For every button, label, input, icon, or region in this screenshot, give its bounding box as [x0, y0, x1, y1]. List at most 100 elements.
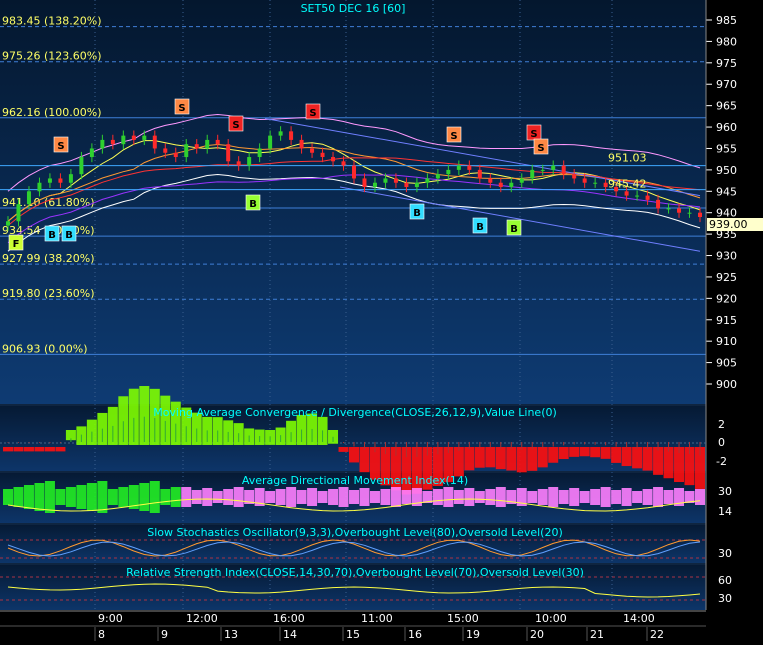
macd-hist-47 [495, 447, 506, 470]
adx-band-8 [86, 483, 97, 511]
adx-band-3 [34, 483, 45, 511]
adx-band-66 [695, 489, 705, 505]
chart-canvas[interactable]: 990.00 (150.00%)983.45 (138.20%)975.26 (… [0, 0, 763, 641]
time-label-1: 12:00 [186, 612, 218, 625]
adx-band-52 [548, 487, 559, 507]
macd-hist-61 [642, 447, 653, 471]
candle-body-46 [488, 178, 493, 183]
adx-band-58 [611, 490, 622, 504]
adx-band-9 [97, 481, 108, 513]
date-label-6: 19 [466, 628, 480, 641]
price-annotation-1: 945.42 [608, 177, 647, 190]
adx-band-57 [600, 487, 611, 507]
current-price-tag: 939.00 [709, 218, 748, 231]
candle-body-24 [257, 148, 262, 158]
adx-band-62 [653, 487, 664, 507]
candle-body-55 [582, 178, 587, 183]
price-label-15: 910 [716, 335, 737, 348]
adx-band-44 [464, 488, 475, 506]
adx-band-34 [359, 488, 370, 506]
adx-band-53 [558, 490, 569, 504]
macd-tick-2: 2 [718, 418, 725, 431]
macd-tick-0: 0 [718, 436, 725, 449]
chart-window: 990.00 (150.00%)983.45 (138.20%)975.26 (… [0, 0, 763, 641]
candle-body-43 [456, 165, 461, 170]
candle-body-21 [226, 144, 231, 162]
macd-hist-56 [590, 447, 601, 458]
candle-body-6 [68, 174, 73, 183]
fib-label-1: 983.45 (138.20%) [2, 15, 102, 28]
candle-body-23 [247, 157, 252, 166]
time-label-0: 9:00 [98, 612, 123, 625]
adx-band-47 [495, 487, 506, 507]
candle-body-26 [278, 131, 283, 136]
macd-hist-3 [34, 447, 45, 452]
stoch-title: Slow Stochastics Oscillator(9,3,3),Overb… [147, 526, 563, 539]
stoch-tick-30: 30 [718, 547, 732, 560]
fib-label-6: 927.99 (38.20%) [2, 252, 95, 265]
adx-band-1 [13, 487, 24, 507]
signal-label-3: S [57, 141, 64, 152]
macd-hist-58 [611, 447, 622, 463]
candle-body-2 [26, 191, 31, 205]
macd-hist-32 [338, 447, 349, 452]
candle-body-15 [163, 148, 168, 153]
signal-label-13: S [537, 143, 544, 154]
adx-band-27 [286, 487, 297, 507]
candle-body-10 [110, 139, 115, 145]
candle-body-18 [194, 144, 199, 149]
price-label-7: 950 [716, 164, 737, 177]
adx-band-55 [579, 491, 590, 503]
candle-body-13 [142, 135, 147, 140]
adx-band-21 [223, 489, 234, 505]
candle-body-12 [131, 135, 136, 140]
macd-hist-49 [516, 447, 527, 473]
adx-band-30 [317, 491, 328, 503]
time-label-3: 11:00 [361, 612, 393, 625]
candle-body-28 [299, 139, 304, 149]
adx-band-14 [149, 481, 160, 513]
macd-hist-51 [537, 447, 548, 468]
rsi-tick-30: 30 [718, 592, 732, 605]
adx-band-42 [443, 487, 454, 507]
date-label-2: 13 [224, 628, 238, 641]
price-label-4: 965 [716, 100, 737, 113]
candle-body-31 [331, 157, 336, 162]
adx-band-60 [632, 491, 643, 503]
adx-band-41 [432, 489, 443, 505]
macd-hist-50 [527, 447, 538, 471]
adx-band-29 [307, 488, 318, 506]
price-label-17: 900 [716, 378, 737, 391]
candle-body-65 [687, 212, 692, 214]
date-label-7: 20 [530, 628, 544, 641]
candle-body-9 [100, 139, 105, 149]
adx-band-36 [380, 489, 391, 505]
macd-hist-60 [632, 447, 643, 469]
candle-body-51 [540, 169, 545, 171]
adx-band-15 [160, 489, 171, 505]
candle-body-42 [446, 169, 451, 175]
date-label-1: 9 [161, 628, 168, 641]
adx-band-22 [233, 487, 244, 507]
signal-label-6: S [309, 108, 316, 119]
candle-body-34 [362, 178, 367, 188]
signal-label-7: B [249, 199, 257, 210]
candle-body-14 [152, 135, 157, 149]
adx-band-50 [527, 491, 538, 503]
candle-body-39 [414, 182, 419, 188]
price-label-14: 915 [716, 314, 737, 327]
candle-body-30 [320, 152, 325, 158]
adx-tick-30: 30 [718, 485, 732, 498]
candle-body-41 [435, 174, 440, 179]
candle-body-59 [624, 191, 629, 196]
adx-band-37 [390, 487, 401, 507]
macd-hist-45 [474, 447, 485, 468]
price-label-3: 970 [716, 78, 737, 91]
price-label-12: 925 [716, 271, 737, 284]
candle-body-33 [352, 165, 356, 179]
adx-band-38 [401, 490, 412, 504]
candle-body-48 [509, 182, 514, 188]
adx-band-43 [453, 490, 464, 504]
macd-hist-48 [506, 447, 517, 471]
candle-body-27 [289, 131, 294, 140]
